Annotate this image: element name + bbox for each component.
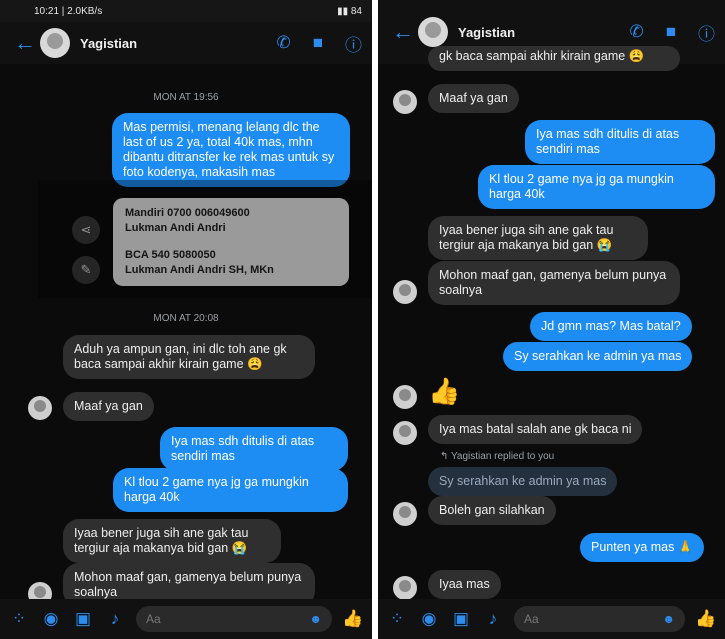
incoming-message[interactable]: Boleh gan silahkan bbox=[428, 496, 556, 525]
avatar bbox=[393, 502, 417, 526]
outgoing-message[interactable]: Kl tlou 2 game nya jg ga mungkin harga 4… bbox=[113, 468, 348, 512]
incoming-message[interactable]: Iyaa bener juga sih ane gak tau tergiur … bbox=[428, 216, 648, 260]
image-overlay bbox=[38, 180, 372, 298]
avatar bbox=[393, 280, 417, 304]
avatar bbox=[393, 421, 417, 445]
avatar bbox=[28, 396, 52, 420]
video-icon[interactable]: ■ bbox=[666, 22, 676, 42]
image-icon[interactable]: ▣ bbox=[72, 609, 94, 629]
message-input[interactable]: Aa ☻ bbox=[136, 606, 332, 632]
video-icon[interactable]: ■ bbox=[313, 33, 323, 53]
phone-icon[interactable]: ✆ bbox=[276, 33, 290, 53]
chat-header: ← Yagistian ✆ ■ ⓘ bbox=[0, 22, 372, 64]
contact-avatar[interactable] bbox=[418, 17, 448, 47]
avatar bbox=[393, 576, 417, 600]
incoming-message[interactable]: Aduh ya ampun gan, ini dlc toh ane gk ba… bbox=[63, 335, 315, 379]
info-icon[interactable]: ⓘ bbox=[345, 31, 362, 56]
input-placeholder: Aa bbox=[146, 612, 161, 626]
apps-icon[interactable]: ⁘ bbox=[8, 609, 30, 629]
emoji-icon[interactable]: ☻ bbox=[309, 612, 322, 626]
incoming-message[interactable]: gk baca sampai akhir kirain game 😩 bbox=[428, 46, 680, 71]
outgoing-message[interactable]: Punten ya mas 🙏 bbox=[580, 533, 705, 562]
mic-icon[interactable]: ♪ bbox=[482, 609, 504, 629]
apps-icon[interactable]: ⁘ bbox=[386, 609, 408, 629]
timestamp: MON AT 20:08 bbox=[153, 313, 219, 324]
message-input[interactable]: Aa ☻ bbox=[514, 606, 685, 632]
chat-screen-right: ← Yagistian ✆ ■ ⓘ gk baca sampai akhir k… bbox=[378, 0, 725, 639]
emoji-icon[interactable]: ☻ bbox=[662, 612, 675, 626]
incoming-message[interactable]: Maaf ya gan bbox=[63, 392, 154, 421]
info-icon[interactable]: ⓘ bbox=[698, 20, 715, 45]
like-icon[interactable]: 👍 bbox=[428, 376, 460, 407]
contact-avatar[interactable] bbox=[40, 28, 70, 58]
timestamp: MON AT 19:56 bbox=[153, 92, 219, 103]
image-icon[interactable]: ▣ bbox=[450, 609, 472, 629]
phone-icon[interactable]: ✆ bbox=[629, 22, 643, 42]
camera-icon[interactable]: ◉ bbox=[418, 609, 440, 629]
status-time: 10:21 | 2.0KB/s bbox=[34, 5, 103, 17]
message-composer: ⁘ ◉ ▣ ♪ Aa ☻ 👍 bbox=[0, 599, 372, 639]
quoted-message[interactable]: Sy serahkan ke admin ya mas bbox=[428, 467, 618, 496]
outgoing-message[interactable]: Iya mas sdh ditulis di atas sendiri mas bbox=[160, 427, 348, 471]
mic-icon[interactable]: ♪ bbox=[104, 609, 126, 629]
back-arrow-icon[interactable]: ← bbox=[388, 19, 418, 45]
incoming-message[interactable]: Maaf ya gan bbox=[428, 84, 519, 113]
outgoing-message[interactable]: Sy serahkan ke admin ya mas bbox=[503, 342, 693, 371]
reply-note: ↰ Yagistian replied to you bbox=[440, 451, 555, 462]
chat-screen-left: 10:21 | 2.0KB/s ▮▮ 84 ← Yagistian ✆ ■ ⓘ … bbox=[0, 0, 372, 639]
avatar bbox=[393, 90, 417, 114]
incoming-message[interactable]: Iya mas batal salah ane gk baca ni bbox=[428, 415, 643, 444]
outgoing-message[interactable]: Mas permisi, menang lelang dlc the last … bbox=[112, 113, 350, 187]
incoming-message[interactable]: Mohon maaf gan, gamenya belum punya soal… bbox=[428, 261, 680, 305]
contact-name[interactable]: Yagistian bbox=[458, 25, 607, 40]
input-placeholder: Aa bbox=[524, 612, 539, 626]
outgoing-message[interactable]: Jd gmn mas? Mas batal? bbox=[530, 312, 692, 341]
incoming-message[interactable]: Iyaa bener juga sih ane gak tau tergiur … bbox=[63, 519, 281, 563]
like-icon[interactable]: 👍 bbox=[695, 609, 717, 629]
contact-name[interactable]: Yagistian bbox=[80, 36, 254, 51]
avatar bbox=[393, 385, 417, 409]
back-arrow-icon[interactable]: ← bbox=[10, 30, 40, 56]
like-icon[interactable]: 👍 bbox=[342, 609, 364, 629]
incoming-message[interactable]: Iyaa mas bbox=[428, 570, 501, 599]
camera-icon[interactable]: ◉ bbox=[40, 609, 62, 629]
status-bar: 10:21 | 2.0KB/s ▮▮ 84 bbox=[0, 0, 372, 22]
outgoing-message[interactable]: Kl tlou 2 game nya jg ga mungkin harga 4… bbox=[478, 165, 715, 209]
message-composer: ⁘ ◉ ▣ ♪ Aa ☻ 👍 bbox=[378, 599, 725, 639]
battery-level: ▮▮ 84 bbox=[337, 5, 362, 17]
outgoing-message[interactable]: Iya mas sdh ditulis di atas sendiri mas bbox=[525, 120, 715, 164]
